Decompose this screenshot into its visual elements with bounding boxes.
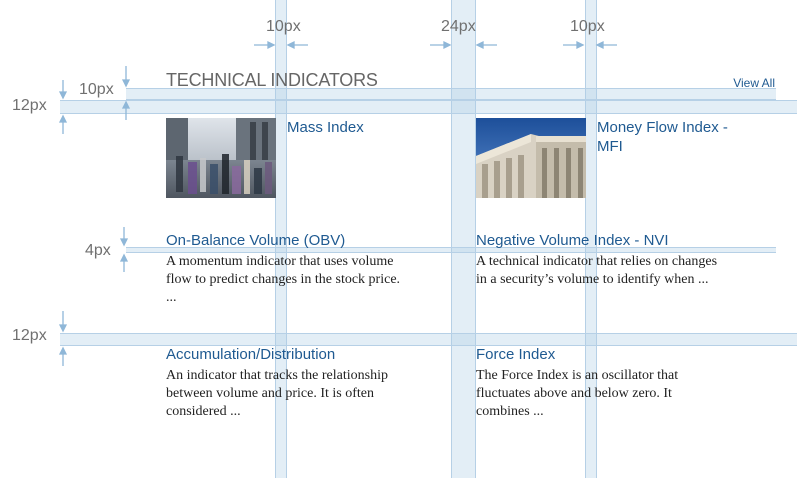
article-description-nvi: A technical indicator that relies on cha… bbox=[476, 253, 776, 289]
description-line: in a security’s volume to identify when … bbox=[476, 272, 709, 287]
article-description-accumulation-distribution: An indicator that tracks the relationshi… bbox=[166, 367, 451, 421]
description-line: flow to predict changes in the stock pri… bbox=[166, 272, 401, 287]
section-title: TECHNICAL INDICATORS bbox=[166, 70, 378, 90]
article-description-force-index: The Force Index is an oscillator that fl… bbox=[476, 367, 776, 421]
description-line: The Force Index is an oscillator that bbox=[476, 368, 679, 383]
description-line: ... bbox=[166, 290, 177, 305]
description-line: between volume and price. It is often bbox=[166, 386, 374, 401]
description-line: combines ... bbox=[476, 404, 544, 419]
article-description-obv: A momentum indicator that uses volume fl… bbox=[166, 253, 451, 307]
view-all-link[interactable]: View All bbox=[733, 76, 775, 90]
featured-image-bank-building[interactable] bbox=[476, 118, 586, 198]
description-line: considered ... bbox=[166, 404, 241, 419]
description-line: A technical indicator that relies on cha… bbox=[476, 254, 718, 269]
article-title-obv[interactable]: On-Balance Volume (OBV) bbox=[166, 231, 446, 250]
featured-title-money-flow-index[interactable]: Money Flow Index - MFI bbox=[597, 118, 757, 156]
featured-image-crowd[interactable] bbox=[166, 118, 276, 198]
article-title-force-index[interactable]: Force Index bbox=[476, 345, 776, 364]
article-title-accumulation-distribution[interactable]: Accumulation/Distribution bbox=[166, 345, 446, 364]
featured-title-mass-index[interactable]: Mass Index bbox=[287, 118, 437, 137]
description-line: An indicator that tracks the relationshi… bbox=[166, 368, 388, 383]
article-title-nvi[interactable]: Negative Volume Index - NVI bbox=[476, 231, 776, 250]
description-line: A momentum indicator that uses volume bbox=[166, 254, 394, 269]
description-line: fluctuates above and below zero. It bbox=[476, 386, 672, 401]
